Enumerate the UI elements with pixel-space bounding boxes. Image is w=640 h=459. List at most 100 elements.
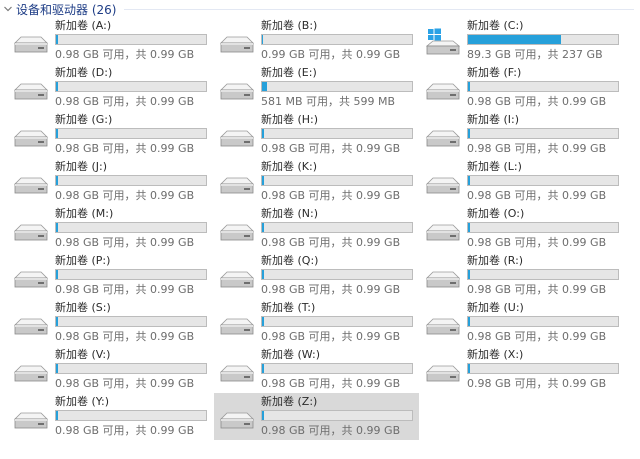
- drive-icon: [219, 404, 255, 432]
- drive-item[interactable]: 新加卷 (J:) 0.98 GB 可用，共 0.99 GB: [8, 158, 213, 205]
- drive-label: 新加卷 (T:): [261, 301, 316, 314]
- drive-usage-fill: [262, 411, 264, 420]
- drive-item[interactable]: 新加卷 (N:) 0.98 GB 可用，共 0.99 GB: [214, 205, 419, 252]
- drive-item[interactable]: 新加卷 (V:) 0.98 GB 可用，共 0.99 GB: [8, 346, 213, 393]
- drive-label: 新加卷 (I:): [467, 113, 520, 126]
- drive-item[interactable]: 新加卷 (D:) 0.98 GB 可用，共 0.99 GB: [8, 64, 213, 111]
- drive-usage-bar: [261, 363, 413, 374]
- group-divider: [124, 8, 634, 10]
- drive-item[interactable]: 新加卷 (U:) 0.98 GB 可用，共 0.99 GB: [420, 299, 625, 346]
- drive-usage-bar: [467, 34, 619, 45]
- drive-icon: [13, 357, 49, 385]
- drive-icon: [219, 310, 255, 338]
- drive-usage-fill: [56, 364, 58, 373]
- drive-usage-bar: [261, 34, 413, 45]
- drive-icon: [13, 310, 49, 338]
- drive-label: 新加卷 (Z:): [261, 395, 318, 408]
- drive-space-info: 0.98 GB 可用，共 0.99 GB: [467, 330, 607, 343]
- drive-space-info: 0.98 GB 可用，共 0.99 GB: [261, 142, 401, 155]
- drive-item[interactable]: 新加卷 (I:) 0.98 GB 可用，共 0.99 GB: [420, 111, 625, 158]
- drive-usage-bar: [55, 128, 207, 139]
- drive-item[interactable]: 新加卷 (G:) 0.98 GB 可用，共 0.99 GB: [8, 111, 213, 158]
- drive-space-info: 0.98 GB 可用，共 0.99 GB: [467, 283, 607, 296]
- drive-item[interactable]: 新加卷 (F:) 0.98 GB 可用，共 0.99 GB: [420, 64, 625, 111]
- drive-item[interactable]: 新加卷 (W:) 0.98 GB 可用，共 0.99 GB: [214, 346, 419, 393]
- drive-space-info: 0.98 GB 可用，共 0.99 GB: [55, 377, 195, 390]
- drive-icon: [13, 169, 49, 197]
- drive-label: 新加卷 (V:): [55, 348, 111, 361]
- group-title: 设备和驱动器 (26): [16, 2, 117, 17]
- drive-icon: [425, 310, 461, 338]
- drive-icon: [219, 28, 255, 56]
- drive-item[interactable]: 新加卷 (L:) 0.98 GB 可用，共 0.99 GB: [420, 158, 625, 205]
- drive-icon: [219, 75, 255, 103]
- drive-label: 新加卷 (D:): [55, 66, 113, 79]
- drive-space-info: 0.98 GB 可用，共 0.99 GB: [55, 142, 195, 155]
- drive-item[interactable]: 新加卷 (C:) 89.3 GB 可用，共 237 GB: [420, 17, 625, 64]
- drive-label: 新加卷 (P:): [55, 254, 111, 267]
- drive-space-info: 0.98 GB 可用，共 0.99 GB: [55, 189, 195, 202]
- drive-label: 新加卷 (A:): [55, 19, 112, 32]
- drive-label: 新加卷 (R:): [467, 254, 524, 267]
- drive-space-info: 0.98 GB 可用，共 0.99 GB: [467, 236, 607, 249]
- drive-label: 新加卷 (W:): [261, 348, 321, 361]
- drive-usage-fill: [468, 129, 470, 138]
- drive-item[interactable]: 新加卷 (P:) 0.98 GB 可用，共 0.99 GB: [8, 252, 213, 299]
- drive-usage-bar: [467, 81, 619, 92]
- drive-space-info: 0.99 GB 可用，共 0.99 GB: [261, 48, 401, 61]
- drive-icon: [425, 122, 461, 150]
- drive-space-info: 0.98 GB 可用，共 0.99 GB: [55, 424, 195, 437]
- drive-usage-fill: [468, 223, 470, 232]
- drive-item[interactable]: 新加卷 (X:) 0.98 GB 可用，共 0.99 GB: [420, 346, 625, 393]
- drive-usage-bar: [55, 410, 207, 421]
- drive-label: 新加卷 (U:): [467, 301, 524, 314]
- drive-item[interactable]: 新加卷 (Q:) 0.98 GB 可用，共 0.99 GB: [214, 252, 419, 299]
- drive-space-info: 0.98 GB 可用，共 0.99 GB: [467, 377, 607, 390]
- drive-label: 新加卷 (F:): [467, 66, 522, 79]
- drive-usage-bar: [55, 269, 207, 280]
- drive-usage-fill: [468, 317, 470, 326]
- drive-icon: [219, 263, 255, 291]
- drive-icon: [13, 28, 49, 56]
- chevron-down-icon[interactable]: [2, 3, 14, 15]
- drive-item[interactable]: 新加卷 (E:) 581 MB 可用，共 599 MB: [214, 64, 419, 111]
- devices-group-header[interactable]: 设备和驱动器 (26): [0, 0, 640, 18]
- drive-item[interactable]: 新加卷 (Z:) 0.98 GB 可用，共 0.99 GB: [214, 393, 419, 440]
- drive-usage-fill: [468, 176, 470, 185]
- drive-icon: [13, 75, 49, 103]
- drive-item[interactable]: 新加卷 (K:) 0.98 GB 可用，共 0.99 GB: [214, 158, 419, 205]
- drive-usage-fill: [56, 223, 58, 232]
- drive-icon: [425, 75, 461, 103]
- drive-label: 新加卷 (X:): [467, 348, 524, 361]
- drive-usage-fill: [56, 317, 58, 326]
- drive-label: 新加卷 (S:): [55, 301, 111, 314]
- drive-item[interactable]: 新加卷 (O:) 0.98 GB 可用，共 0.99 GB: [420, 205, 625, 252]
- drive-item[interactable]: 新加卷 (S:) 0.98 GB 可用，共 0.99 GB: [8, 299, 213, 346]
- drive-item[interactable]: 新加卷 (A:) 0.98 GB 可用，共 0.99 GB: [8, 17, 213, 64]
- drive-space-info: 0.98 GB 可用，共 0.99 GB: [467, 142, 607, 155]
- drive-space-info: 0.98 GB 可用，共 0.99 GB: [55, 48, 195, 61]
- drive-usage-bar: [467, 316, 619, 327]
- drive-usage-bar: [467, 269, 619, 280]
- drive-label: 新加卷 (E:): [261, 66, 317, 79]
- drive-label: 新加卷 (N:): [261, 207, 319, 220]
- drive-icon: [13, 263, 49, 291]
- drive-icon: [425, 216, 461, 244]
- drive-usage-fill: [262, 317, 264, 326]
- drive-usage-fill: [56, 176, 58, 185]
- drive-icon: [425, 263, 461, 291]
- drive-label: 新加卷 (O:): [467, 207, 525, 220]
- drive-item[interactable]: 新加卷 (R:) 0.98 GB 可用，共 0.99 GB: [420, 252, 625, 299]
- drive-item[interactable]: 新加卷 (T:) 0.98 GB 可用，共 0.99 GB: [214, 299, 419, 346]
- drive-item[interactable]: 新加卷 (M:) 0.98 GB 可用，共 0.99 GB: [8, 205, 213, 252]
- drive-item[interactable]: 新加卷 (B:) 0.99 GB 可用，共 0.99 GB: [214, 17, 419, 64]
- drive-icon: [219, 122, 255, 150]
- drive-space-info: 0.98 GB 可用，共 0.99 GB: [261, 236, 401, 249]
- drive-item[interactable]: 新加卷 (Y:) 0.98 GB 可用，共 0.99 GB: [8, 393, 213, 440]
- drive-space-info: 0.98 GB 可用，共 0.99 GB: [55, 283, 195, 296]
- drive-label: 新加卷 (J:): [55, 160, 108, 173]
- drive-usage-bar: [261, 410, 413, 421]
- drive-usage-bar: [261, 222, 413, 233]
- drive-item[interactable]: 新加卷 (H:) 0.98 GB 可用，共 0.99 GB: [214, 111, 419, 158]
- drive-space-info: 0.98 GB 可用，共 0.99 GB: [261, 424, 401, 437]
